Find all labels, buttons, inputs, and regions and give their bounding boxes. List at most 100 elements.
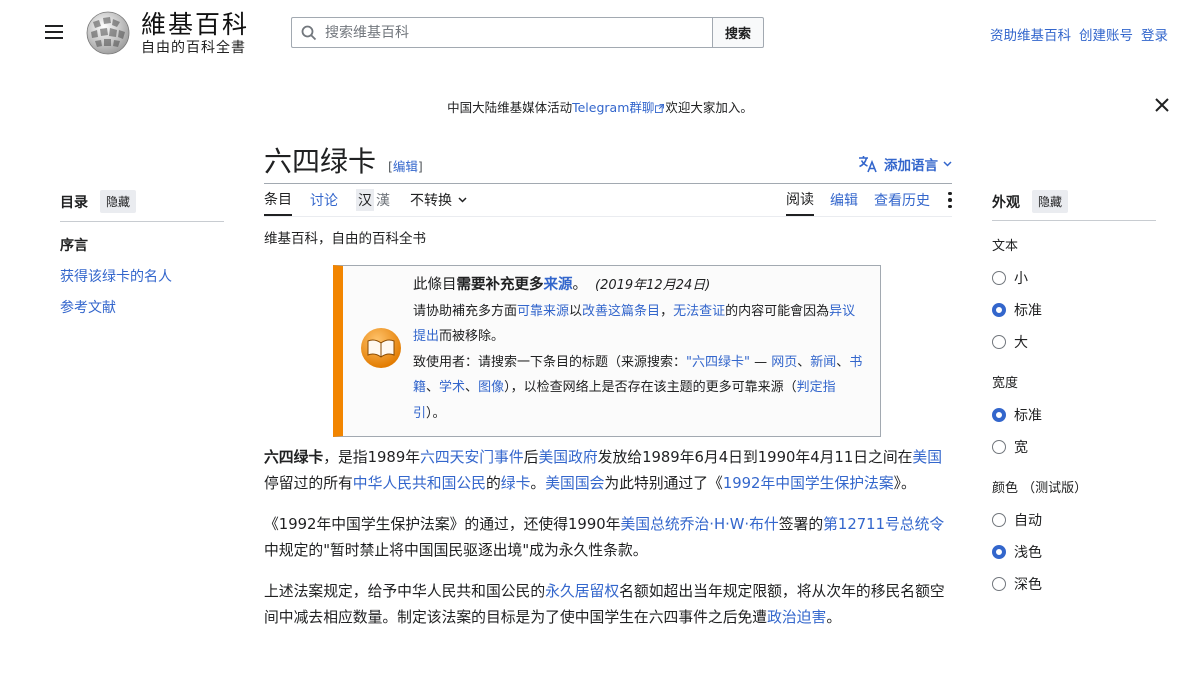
p2-link-bush[interactable]: 美国总统乔治·H·W·布什 — [620, 516, 778, 533]
paragraph-1: 六四绿卡，是指1989年六四天安门事件后美国政府发放给1989年6月4日到199… — [264, 445, 952, 497]
p3-link-pr[interactable]: 永久居留权 — [545, 583, 619, 600]
toc-item-intro[interactable]: 序言 — [60, 235, 224, 255]
verifiability-link[interactable]: 无法查证 — [673, 304, 725, 319]
donate-link[interactable]: 资助维基百科 — [990, 28, 1071, 44]
improve-article-link[interactable]: 改善这篇条目 — [582, 304, 660, 319]
notice-l2a: 请协助補充多方面 — [413, 303, 518, 319]
site-notice: 中国大陆维基媒体活动Telegram群聊 欢迎大家加入。 — [0, 97, 1200, 116]
radio-label: 标准 — [1014, 303, 1042, 319]
p1-link-tiananmen[interactable]: 六四天安门事件 — [420, 449, 524, 466]
notice-lead-c: 。 — [572, 277, 588, 293]
toc-title: 目录 — [60, 194, 88, 211]
color-light[interactable]: 浅色 — [992, 536, 1156, 568]
search-news-link[interactable]: 新闻 — [810, 355, 836, 370]
tab-talk[interactable]: 讨论 — [310, 184, 338, 216]
more-icon[interactable] — [948, 191, 952, 209]
tab-history[interactable]: 查看历史 — [874, 184, 930, 216]
paragraph-2: 《1992年中国学生保护法案》的通过，还使得1990年美国总统乔治·H·W·布什… — [264, 512, 952, 564]
reliable-sources-link[interactable]: 可靠来源 — [517, 304, 569, 319]
p1-link-congress[interactable]: 美国国会 — [545, 475, 604, 492]
width-standard[interactable]: 标准 — [992, 399, 1156, 431]
site-logo[interactable]: 維基百科 自由的百科全書 — [83, 10, 249, 56]
telegram-link[interactable]: Telegram群聊 — [572, 100, 654, 115]
p3-link-persecution[interactable]: 政治迫害 — [767, 609, 826, 626]
radio-text-2[interactable] — [992, 335, 1006, 349]
tab-edit[interactable]: 编辑 — [830, 184, 858, 216]
radio-color-2[interactable] — [992, 577, 1006, 591]
radio-color-1[interactable] — [992, 545, 1006, 559]
menu-icon[interactable] — [45, 25, 63, 41]
login-link[interactable]: 登录 — [1141, 28, 1168, 44]
p1-text: 的 — [485, 475, 501, 492]
notice-l3d: ）。 — [426, 405, 446, 421]
p1-bold: 六四绿卡 — [264, 449, 324, 466]
notice-sources-link[interactable]: 来源 — [544, 277, 573, 293]
p2-text: 中规定的"暂时禁止将中国国民驱逐出境"成为永久性条款。 — [264, 542, 648, 559]
site-subtitle: 维基百科，自由的百科全书 — [264, 231, 426, 247]
title-edit: [编辑] — [388, 156, 423, 175]
p2-text: 签署的 — [778, 516, 824, 533]
add-language-button[interactable]: 添加语言 — [858, 154, 952, 174]
text-size-large[interactable]: 大 — [992, 326, 1156, 358]
converter-dropdown[interactable]: 不转换 — [410, 184, 467, 216]
converter-label: 不转换 — [410, 193, 452, 209]
tab-article[interactable]: 条目 — [264, 184, 292, 216]
search-web-link[interactable]: 网页 — [771, 355, 797, 370]
refimprove-notice: 此條目需要补充更多来源。 (2019年12月24日) 请协助補充多方面可靠来源以改… — [333, 265, 881, 437]
variant-traditional[interactable]: 漢 — [374, 189, 392, 211]
width-wide[interactable]: 宽 — [992, 431, 1156, 463]
radio-width-1[interactable] — [992, 440, 1006, 454]
add-language-label: 添加语言 — [884, 158, 938, 174]
notice-l3a: 致使用者：请搜索一下条目的标题（来源搜索： — [413, 354, 687, 370]
book-icon — [361, 328, 401, 368]
radio-width-0[interactable] — [992, 408, 1006, 422]
chevron-down-icon — [458, 197, 467, 203]
appearance-panel: 外观 隐藏 文本 小 标准 大 宽度 标准 宽 颜色 （测试版） 自动 浅色 深… — [992, 190, 1156, 600]
notice-lead-a: 此條目 — [413, 277, 457, 293]
color-dark[interactable]: 深色 — [992, 568, 1156, 600]
toc-item-famous-people[interactable]: 获得该绿卡的名人 — [60, 266, 224, 286]
search-button[interactable]: 搜索 — [712, 17, 764, 48]
p1-link-act[interactable]: 1992年中国学生保护法案 — [723, 475, 894, 492]
width-label: 宽度 — [992, 376, 1019, 391]
p1-text: ，是指1989年 — [323, 449, 421, 466]
p1-text: 发放给1989年6月4日到1990年4月11日之间在 — [597, 449, 913, 466]
variant-switcher[interactable]: 汉漢 — [356, 189, 392, 211]
p2-link-eo[interactable]: 第12711号总统令 — [823, 516, 944, 533]
toc-item-references[interactable]: 参考文献 — [60, 297, 224, 317]
radio-label: 标准 — [1014, 408, 1042, 424]
paragraph-3: 上述法案规定，给予中华人民共和国公民的永久居留权名额如超出当年规定限额，将从次年… — [264, 579, 952, 631]
p1-link-us[interactable]: 美国 — [912, 449, 942, 466]
notice-l2b: 以 — [569, 303, 583, 319]
search-field[interactable] — [291, 17, 712, 48]
search-title-link[interactable]: "六四绿卡" — [686, 355, 750, 370]
p1-text: 停留过的所有 — [264, 475, 353, 492]
notice-text-1: 中国大陆维基媒体活动 — [447, 100, 573, 115]
radio-text-1[interactable] — [992, 303, 1006, 317]
p1-link-prc-citizen[interactable]: 中华人民共和国公民 — [353, 475, 486, 492]
appearance-hide-button[interactable]: 隐藏 — [1032, 190, 1069, 213]
radio-text-0[interactable] — [992, 271, 1006, 285]
title-edit-link[interactable]: 编辑 — [393, 159, 418, 174]
p1-text: 》。 — [893, 475, 916, 492]
text-size-standard[interactable]: 标准 — [992, 294, 1156, 326]
create-account-link[interactable]: 创建账号 — [1079, 28, 1133, 44]
external-link-icon — [655, 104, 665, 113]
close-icon[interactable] — [1154, 97, 1170, 113]
notice-l2c: ， — [660, 303, 674, 319]
p1-link-us-gov[interactable]: 美国政府 — [538, 449, 597, 466]
tab-read[interactable]: 阅读 — [786, 184, 814, 216]
color-auto[interactable]: 自动 — [992, 504, 1156, 536]
text-size-small[interactable]: 小 — [992, 262, 1156, 294]
radio-color-0[interactable] — [992, 513, 1006, 527]
toc-hide-button[interactable]: 隐藏 — [100, 190, 137, 213]
p1-link-green-card[interactable]: 绿卡 — [501, 475, 531, 492]
search-scholar-link[interactable]: 学术 — [439, 380, 465, 395]
p1-text: 后 — [523, 449, 539, 466]
variant-simplified[interactable]: 汉 — [356, 189, 374, 211]
search-form: 搜索 — [291, 17, 764, 48]
search-images-link[interactable]: 图像 — [478, 380, 504, 395]
search-input[interactable] — [323, 23, 707, 42]
radio-label: 大 — [1014, 335, 1028, 351]
translate-icon — [859, 156, 877, 173]
